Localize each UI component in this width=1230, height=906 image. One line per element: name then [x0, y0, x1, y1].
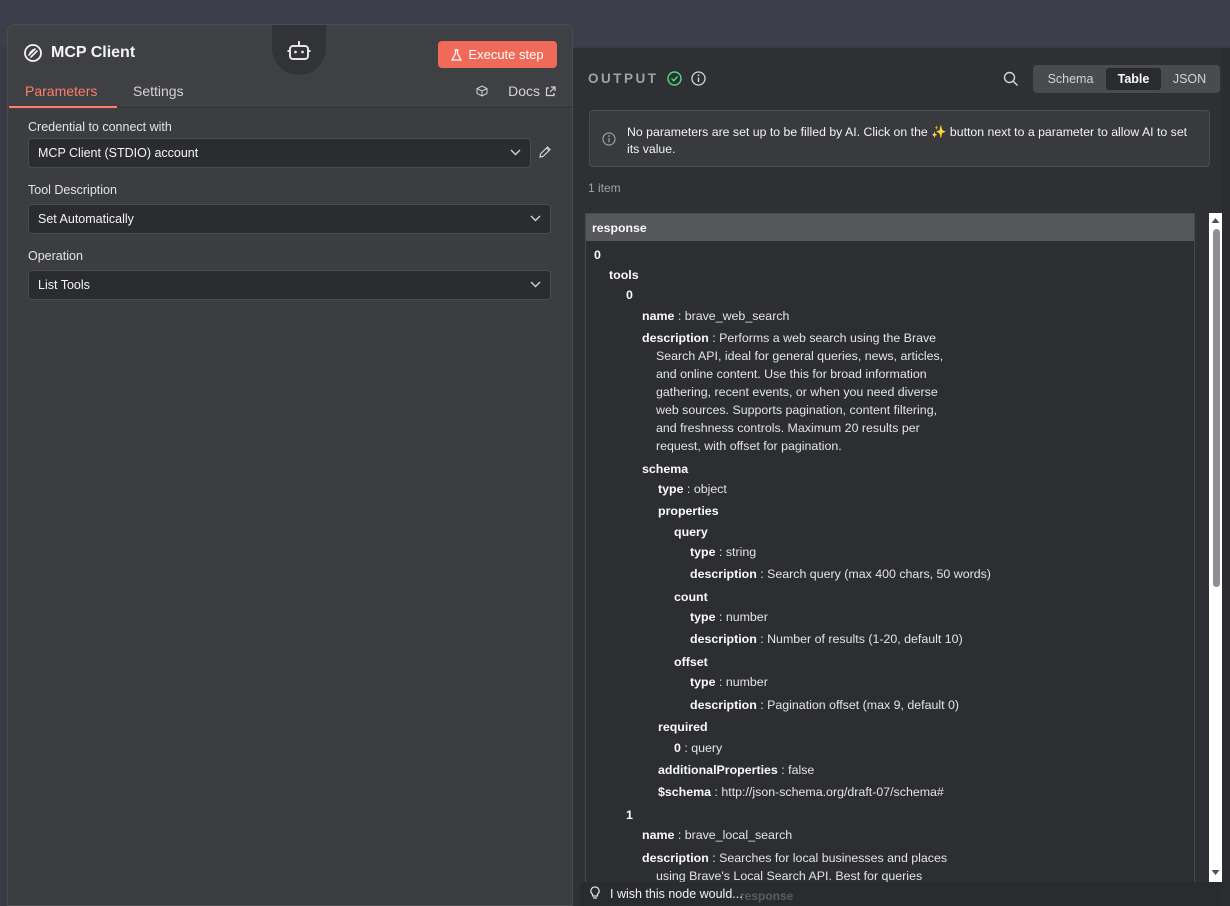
- description-line: gathering, recent events, or when you ne…: [656, 385, 938, 399]
- tab-parameters[interactable]: Parameters: [25, 83, 97, 99]
- tree-key-offset[interactable]: offset: [674, 653, 708, 671]
- tree-row-name[interactable]: name : brave_local_search: [642, 826, 792, 844]
- credential-value: MCP Client (STDIO) account: [38, 146, 199, 160]
- tree-index[interactable]: 0: [594, 246, 601, 264]
- execute-step-button[interactable]: Execute step: [438, 41, 557, 68]
- panel-tabs: Parameters Settings Docs: [8, 79, 572, 108]
- ai-notice-callout: No parameters are set up to be filled by…: [589, 110, 1210, 167]
- operation-value: List Tools: [38, 278, 90, 292]
- view-schema-button[interactable]: Schema: [1036, 68, 1105, 90]
- tree-row-schema-uri[interactable]: $schema : http://json-schema.org/draft-0…: [658, 783, 944, 801]
- tab-settings[interactable]: Settings: [133, 83, 184, 99]
- tree-row-description[interactable]: description : Searches for local busines…: [642, 849, 947, 867]
- active-tab-indicator: [9, 106, 117, 108]
- chevron-down-icon: [530, 215, 541, 222]
- tree-row-name[interactable]: name : brave_web_search: [642, 307, 789, 325]
- mcp-logo-icon: [24, 44, 42, 62]
- description-line: and freshness controls. Maximum 20 resul…: [656, 421, 920, 435]
- tree-row-additional-properties[interactable]: additionalProperties : false: [658, 761, 814, 779]
- view-json-button[interactable]: JSON: [1162, 68, 1217, 90]
- table-header: response: [586, 214, 1194, 241]
- scrollbar-thumb[interactable]: [1213, 229, 1220, 587]
- output-view-toggle: Schema Table JSON: [1033, 65, 1220, 93]
- description-line: web sources. Supports pagination, conten…: [656, 403, 938, 417]
- scroll-up-arrow-icon[interactable]: [1211, 217, 1220, 224]
- external-link-icon: [545, 85, 556, 96]
- column-header-response: response: [592, 221, 647, 235]
- tree-row-type[interactable]: type : number: [690, 673, 768, 691]
- edit-credential-icon[interactable]: [538, 145, 552, 159]
- tree-key-required[interactable]: required: [658, 718, 708, 736]
- description-line: Search API, ideal for general queries, n…: [656, 349, 944, 363]
- tree-row-description[interactable]: description : Search query (max 400 char…: [690, 565, 991, 583]
- tree-row-type[interactable]: type : number: [690, 608, 768, 626]
- execute-step-label: Execute step: [468, 47, 544, 62]
- search-icon[interactable]: [1003, 71, 1019, 87]
- tree-key-query[interactable]: query: [674, 523, 708, 541]
- info-icon[interactable]: [691, 71, 706, 86]
- tree-key-tools[interactable]: tools: [609, 266, 639, 284]
- description-line: request, with offset for pagination.: [656, 439, 842, 453]
- docs-link[interactable]: Docs: [508, 83, 556, 99]
- credential-label: Credential to connect with: [28, 120, 172, 134]
- docs-label: Docs: [508, 83, 540, 99]
- ai-notice-text: No parameters are set up to be filled by…: [627, 125, 1188, 156]
- tool-description-label: Tool Description: [28, 183, 117, 197]
- tool-description-select[interactable]: Set Automatically: [28, 204, 551, 234]
- parameters-body: Credential to connect with MCP Client (S…: [8, 109, 572, 905]
- tree-row-description[interactable]: description : Number of results (1-20, d…: [690, 630, 963, 648]
- right-edge-strip: [1222, 48, 1230, 906]
- flask-icon: [451, 48, 463, 61]
- tree-row-required-item[interactable]: 0 : query: [674, 739, 722, 757]
- scroll-down-arrow-icon[interactable]: [1211, 869, 1220, 876]
- view-table-button[interactable]: Table: [1106, 68, 1161, 90]
- tree-index[interactable]: 1: [626, 806, 633, 824]
- tree-key-count[interactable]: count: [674, 588, 708, 606]
- tree-row-type[interactable]: type : object: [658, 480, 727, 498]
- output-table[interactable]: response 0 tools 0 name : brave_web_sear…: [585, 213, 1195, 906]
- feedback-text: I wish this node would...: [610, 887, 743, 901]
- tree-row-description[interactable]: description : Pagination offset (max 9, …: [690, 696, 959, 714]
- output-label: OUTPUT: [588, 71, 659, 86]
- tree-key-schema[interactable]: schema: [642, 460, 688, 478]
- tree-index[interactable]: 0: [626, 286, 633, 304]
- feedback-bar[interactable]: response I wish this node would...: [580, 882, 1222, 906]
- operation-label: Operation: [28, 249, 83, 263]
- info-icon: [602, 132, 616, 146]
- tree-key-properties[interactable]: properties: [658, 502, 719, 520]
- output-panel: OUTPUT Schema Table JSON No parameters a…: [573, 48, 1230, 906]
- tool-description-value: Set Automatically: [38, 212, 134, 226]
- operation-select[interactable]: List Tools: [28, 270, 551, 300]
- description-line: and online content. Use this for broad i…: [656, 367, 927, 381]
- node-parameters-panel: MCP Client Execute step Parameters Setti…: [7, 24, 573, 906]
- chevron-down-icon: [510, 149, 521, 156]
- chevron-down-icon: [530, 281, 541, 288]
- success-check-icon: [667, 71, 682, 86]
- cube-icon[interactable]: [476, 85, 488, 97]
- lightbulb-icon: [590, 886, 600, 899]
- credential-select[interactable]: MCP Client (STDIO) account: [28, 138, 531, 168]
- ghost-label: response: [740, 889, 794, 903]
- tree-row-description[interactable]: description : Performs a web search usin…: [642, 329, 936, 347]
- node-title: MCP Client: [51, 44, 136, 61]
- tree-row-type[interactable]: type : string: [690, 543, 756, 561]
- item-count: 1 item: [588, 181, 621, 195]
